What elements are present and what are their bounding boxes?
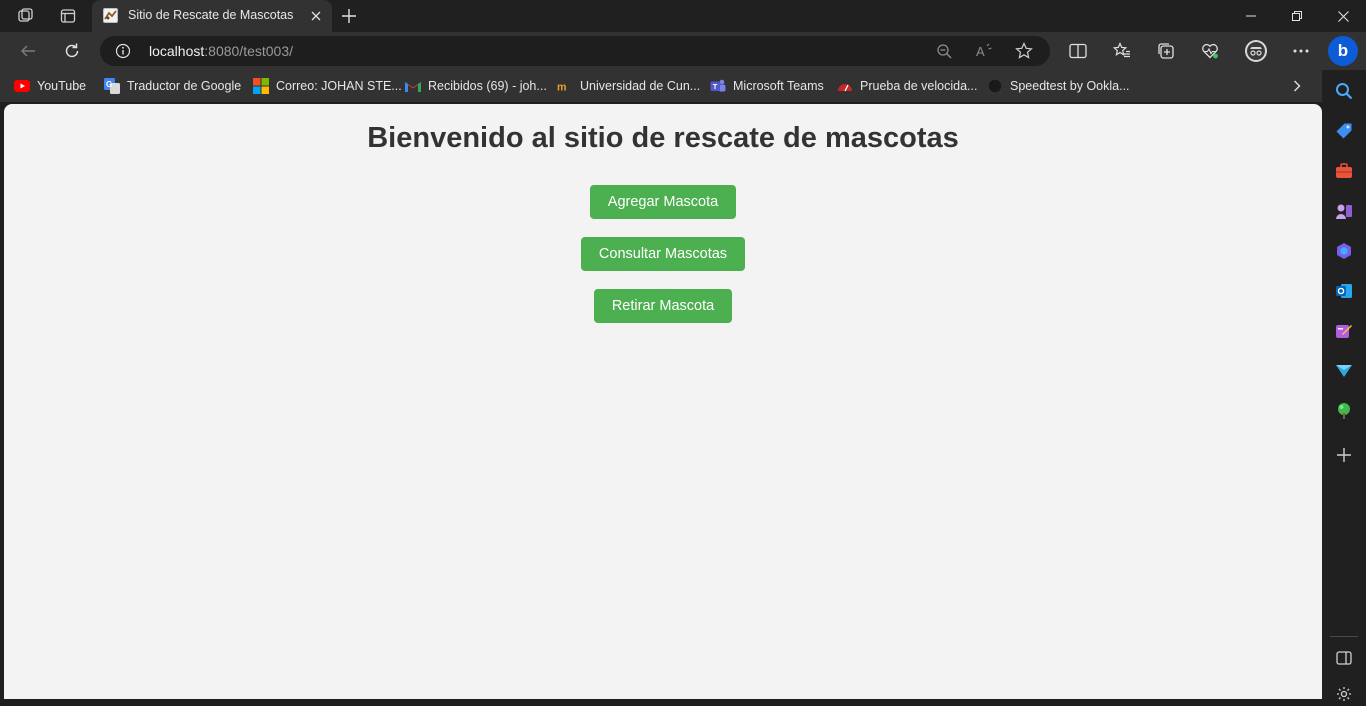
tab-close-icon[interactable] (306, 6, 326, 26)
outlook-icon[interactable] (1332, 279, 1356, 303)
workspaces-icon[interactable] (14, 4, 38, 28)
search-icon[interactable] (1332, 79, 1356, 103)
read-aloud-icon[interactable]: A (974, 41, 994, 61)
favorite-speedtest-ookla[interactable]: Speedtest by Ookla... (987, 77, 1130, 95)
toolbox-icon[interactable] (1332, 159, 1356, 183)
site-favicon-icon (103, 8, 118, 23)
favorite-university[interactable]: m Universidad de Cun... (557, 77, 700, 95)
new-tab-icon[interactable] (337, 4, 361, 28)
remove-pet-button[interactable]: Retirar Mascota (593, 289, 733, 323)
designer-icon[interactable] (1332, 319, 1356, 343)
tab-active[interactable]: Sitio de Rescate de Mascotas (92, 0, 332, 32)
google-translate-icon: G (104, 78, 120, 94)
button-row-query: Consultar Mascotas (4, 237, 1322, 271)
tab-actions-icon[interactable] (56, 4, 80, 28)
youtube-icon (14, 78, 30, 94)
favorites-icon[interactable] (1108, 37, 1136, 65)
games-icon[interactable] (1332, 199, 1356, 223)
favorite-label: Speedtest by Ookla... (1010, 79, 1130, 93)
button-row-add: Agregar Mascota (4, 185, 1322, 219)
restore-icon[interactable] (1274, 0, 1320, 32)
sidebar-divider (1330, 636, 1358, 637)
add-pet-button[interactable]: Agregar Mascota (589, 185, 737, 219)
collections-icon[interactable] (1152, 37, 1180, 65)
favorite-speed-test[interactable]: Prueba de velocida... (837, 77, 977, 95)
favorite-star-icon[interactable] (1014, 41, 1034, 61)
favorite-google-translate[interactable]: G Traductor de Google (104, 77, 241, 95)
url-host: localhost (149, 43, 205, 59)
zoom-out-icon[interactable] (934, 41, 954, 61)
tab-title: Sitio de Rescate de Mascotas (128, 8, 294, 22)
settings-gear-icon[interactable] (1332, 682, 1356, 706)
add-icon[interactable] (1332, 443, 1356, 467)
browser-toolbar: localhost:8080/test003/ A (0, 32, 1366, 70)
copilot-bing-icon[interactable]: b (1328, 36, 1358, 66)
back-arrow-icon[interactable] (14, 37, 42, 65)
speed-test-icon (837, 78, 853, 94)
split-screen-icon[interactable] (1064, 37, 1092, 65)
favorite-label: YouTube (37, 79, 87, 93)
favorite-label: Prueba de velocida... (860, 79, 978, 93)
refresh-icon[interactable] (58, 37, 86, 65)
browser-essentials-icon[interactable] (1196, 37, 1224, 65)
profile-avatar-icon[interactable] (1242, 37, 1270, 65)
university-icon: m (557, 78, 573, 94)
tag-icon[interactable] (1332, 119, 1356, 143)
close-window-icon[interactable] (1320, 0, 1366, 32)
query-pets-button[interactable]: Consultar Mascotas (580, 237, 746, 271)
favorite-label: Recibidos (69) - joh... (428, 79, 547, 93)
svg-text:T: T (713, 82, 718, 91)
site-info-icon[interactable] (114, 42, 132, 60)
more-options-icon[interactable] (1287, 37, 1315, 65)
chevron-right-icon[interactable] (1287, 76, 1307, 96)
minimize-icon[interactable] (1228, 0, 1274, 32)
favorites-bar: YouTube G Traductor de Google Correo: JO… (0, 70, 1366, 102)
tree-icon[interactable] (1332, 399, 1356, 423)
hide-sidebar-icon[interactable] (1332, 646, 1356, 670)
teams-icon: T (710, 78, 726, 94)
gmail-icon (405, 78, 421, 94)
address-bar[interactable]: localhost:8080/test003/ A (100, 36, 1050, 66)
favorite-label: Traductor de Google (127, 79, 242, 93)
send-icon[interactable] (1332, 359, 1356, 383)
url-path: :8080/test003/ (204, 43, 294, 59)
favorite-label: Universidad de Cun... (580, 79, 701, 93)
favorite-outlook-mail[interactable]: Correo: JOHAN STE... (253, 77, 402, 95)
microsoft-icon (253, 78, 269, 94)
favorite-teams[interactable]: T Microsoft Teams (710, 77, 824, 95)
svg-text:A: A (976, 44, 985, 59)
browser-title-bar: Sitio de Rescate de Mascotas (0, 0, 1366, 32)
url-text[interactable]: localhost:8080/test003/ (149, 43, 293, 59)
browser-sidebar (1322, 70, 1366, 701)
speedtest-icon (987, 78, 1003, 94)
office-icon[interactable] (1332, 239, 1356, 263)
svg-text:G: G (106, 80, 112, 89)
svg-text:m: m (557, 81, 566, 92)
favorite-youtube[interactable]: YouTube (14, 77, 86, 95)
favorite-label: Microsoft Teams (733, 79, 824, 93)
page-viewport: Bienvenido al sitio de rescate de mascot… (4, 104, 1322, 699)
button-row-remove: Retirar Mascota (4, 289, 1322, 323)
favorite-label: Correo: JOHAN STE... (276, 79, 402, 93)
page-heading: Bienvenido al sitio de rescate de mascot… (367, 122, 959, 154)
favorite-gmail[interactable]: Recibidos (69) - joh... (405, 77, 547, 95)
